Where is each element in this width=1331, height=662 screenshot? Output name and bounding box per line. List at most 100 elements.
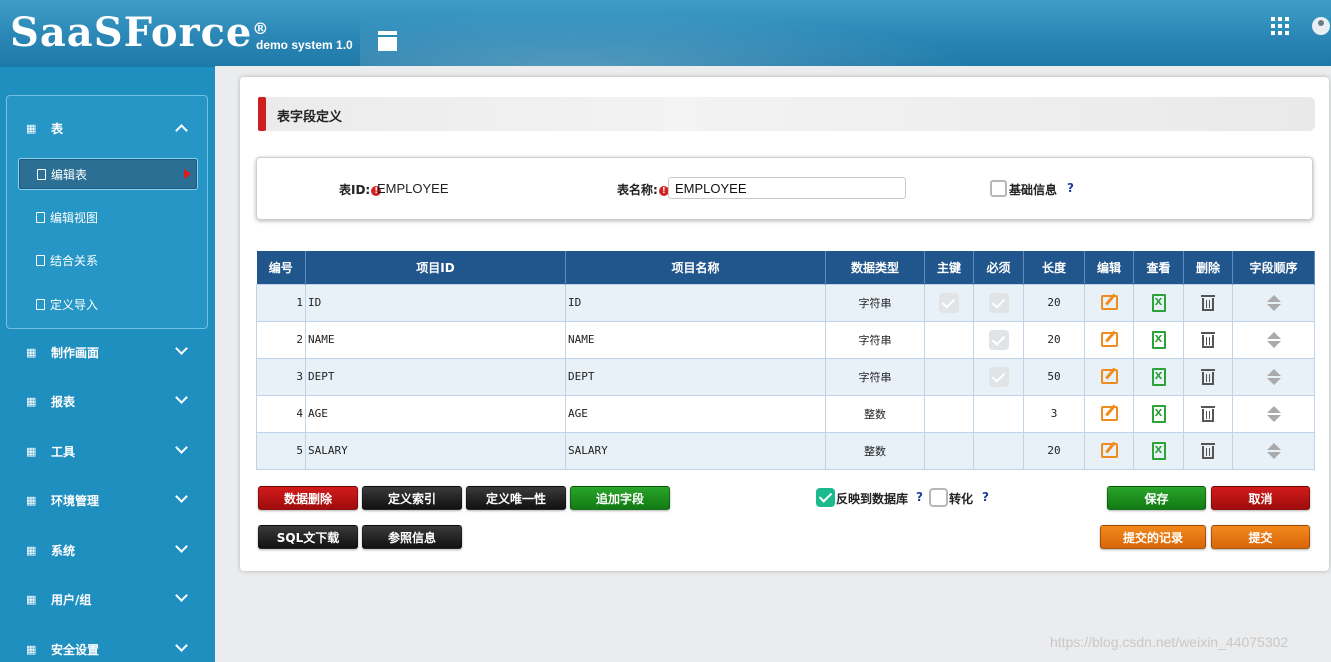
convert-checkbox[interactable] — [929, 488, 948, 507]
sort-arrows-icon[interactable] — [1266, 368, 1281, 385]
table-row: 1 ID ID 字符串 20 X — [256, 283, 1315, 322]
column-header[interactable]: 必须 — [973, 251, 1024, 284]
help-icon[interactable]: ? — [982, 490, 989, 504]
edit-cell — [1084, 431, 1134, 470]
trash-icon[interactable] — [1201, 294, 1215, 311]
column-header[interactable]: 编号 — [256, 251, 306, 284]
sidebar: ▦ 表 编辑表 编辑视图 结合关系 定义导入 ▦ 制作画面 ▦ 报表 ▦ 工具 … — [0, 66, 215, 662]
column-header[interactable]: 项目名称 — [565, 251, 826, 284]
cancel-button[interactable]: 取消 — [1211, 486, 1310, 510]
sidebar-subitem-relations[interactable]: 结合关系 — [18, 244, 198, 276]
help-icon[interactable]: ? — [1067, 181, 1074, 195]
sidebar-item-report[interactable]: ▦ 报表 — [0, 379, 215, 423]
excel-view-icon[interactable]: X — [1151, 293, 1166, 312]
edit-icon[interactable] — [1100, 369, 1118, 384]
page-title: 表字段定义 — [277, 110, 343, 125]
required-checkbox[interactable] — [988, 329, 1009, 350]
edit-icon[interactable] — [1100, 443, 1118, 458]
sort-arrows-icon[interactable] — [1266, 442, 1281, 459]
data-type-cell: 整数 — [825, 431, 925, 470]
delete-cell — [1183, 320, 1233, 359]
required-checkbox[interactable] — [988, 366, 1009, 387]
chevron-down-icon — [175, 540, 188, 553]
submitted-records-button[interactable]: 提交的记录 — [1100, 525, 1206, 549]
sidebar-item-screen[interactable]: ▦ 制作画面 — [0, 330, 215, 374]
table-header-row: 编号 项目ID 项目名称 数据类型 主键 必须 长度 编辑 查看 删除 字段顺序 — [256, 251, 1315, 284]
length-cell: 50 — [1023, 357, 1085, 396]
watermark: https://blog.csdn.net/weixin_44075302 — [1050, 634, 1289, 650]
row-number: 2 — [256, 320, 306, 359]
define-unique-button[interactable]: 定义唯一性 — [466, 486, 566, 510]
length-cell: 20 — [1023, 283, 1085, 322]
main-panel: 表字段定义 表ID:! EMPLOYEE 表名称:! 基础信息 ? 编号 项目I… — [240, 77, 1329, 571]
sidebar-subitem-import[interactable]: 定义导入 — [18, 288, 198, 320]
sidebar-item-users[interactable]: ▦ 用户/组 — [0, 577, 215, 621]
grid-icon[interactable] — [1271, 17, 1289, 35]
active-arrow-icon — [184, 169, 191, 179]
excel-view-icon[interactable]: X — [1151, 441, 1166, 460]
reference-info-button[interactable]: 参照信息 — [362, 525, 462, 549]
edit-cell — [1084, 357, 1134, 396]
table-name-input[interactable] — [668, 177, 906, 199]
item-id-cell: AGE — [305, 394, 566, 433]
edit-icon[interactable] — [1100, 406, 1118, 421]
sidebar-subitem-edit-table[interactable]: 编辑表 — [18, 158, 198, 190]
row-number: 5 — [256, 431, 306, 470]
reflect-db-checkbox[interactable] — [816, 488, 835, 507]
trash-icon[interactable] — [1201, 331, 1215, 348]
document-icon — [36, 211, 45, 223]
edit-icon[interactable] — [1100, 332, 1118, 347]
sort-arrows-icon[interactable] — [1266, 405, 1281, 422]
sidebar-item-table[interactable]: ▦ 表 — [0, 106, 215, 150]
required-cell — [973, 431, 1024, 470]
sort-arrows-icon[interactable] — [1266, 331, 1281, 348]
trash-icon[interactable] — [1201, 368, 1215, 385]
column-header[interactable]: 主键 — [924, 251, 974, 284]
table-grid-icon: ▦ — [26, 543, 37, 557]
basic-info-checkbox[interactable] — [990, 180, 1007, 197]
help-icon[interactable]: ? — [916, 490, 923, 504]
define-index-button[interactable]: 定义索引 — [362, 486, 462, 510]
convert-label: 转化 — [949, 492, 974, 506]
edit-icon[interactable] — [1100, 295, 1118, 310]
excel-view-icon[interactable]: X — [1151, 367, 1166, 386]
data-type-cell: 整数 — [825, 394, 925, 433]
sort-arrows-icon[interactable] — [1266, 294, 1281, 311]
data-type-cell: 字符串 — [825, 357, 925, 396]
column-header[interactable]: 删除 — [1183, 251, 1233, 284]
item-name-cell: AGE — [565, 394, 826, 433]
column-header[interactable]: 数据类型 — [825, 251, 925, 284]
required-checkbox[interactable] — [988, 292, 1009, 313]
submit-button[interactable]: 提交 — [1211, 525, 1310, 549]
app-version: demo system 1.0 — [256, 38, 353, 52]
primary-key-checkbox[interactable] — [939, 292, 959, 313]
menu-icon[interactable] — [378, 31, 397, 51]
column-header[interactable]: 查看 — [1133, 251, 1184, 284]
user-icon[interactable] — [1312, 17, 1330, 35]
save-button[interactable]: 保存 — [1107, 486, 1206, 510]
excel-view-icon[interactable]: X — [1151, 404, 1166, 423]
trash-icon[interactable] — [1201, 405, 1215, 422]
required-cell — [973, 357, 1024, 396]
add-field-button[interactable]: 追加字段 — [570, 486, 670, 510]
sidebar-subitem-label: 编辑表 — [51, 167, 88, 182]
table-name-label: 表名称:! — [617, 181, 669, 198]
delete-data-button[interactable]: 数据删除 — [258, 486, 358, 510]
sidebar-item-tools[interactable]: ▦ 工具 — [0, 429, 215, 473]
primary-key-cell — [924, 394, 974, 433]
excel-view-icon[interactable]: X — [1151, 330, 1166, 349]
column-header[interactable]: 字段顺序 — [1232, 251, 1315, 284]
sidebar-item-security[interactable]: ▦ 安全设置 — [0, 627, 215, 662]
column-header[interactable]: 项目ID — [305, 251, 566, 284]
sql-download-button[interactable]: SQL文下载 — [258, 525, 358, 549]
chevron-up-icon — [175, 124, 188, 137]
column-header[interactable]: 长度 — [1023, 251, 1085, 284]
sidebar-item-environment[interactable]: ▦ 环境管理 — [0, 478, 215, 522]
sidebar-item-system[interactable]: ▦ 系统 — [0, 528, 215, 572]
edit-cell — [1084, 320, 1134, 359]
trash-icon[interactable] — [1201, 442, 1215, 459]
item-id-cell: NAME — [305, 320, 566, 359]
column-header[interactable]: 编辑 — [1084, 251, 1134, 284]
header-decoration — [360, 0, 1060, 66]
sidebar-subitem-edit-view[interactable]: 编辑视图 — [18, 201, 198, 233]
